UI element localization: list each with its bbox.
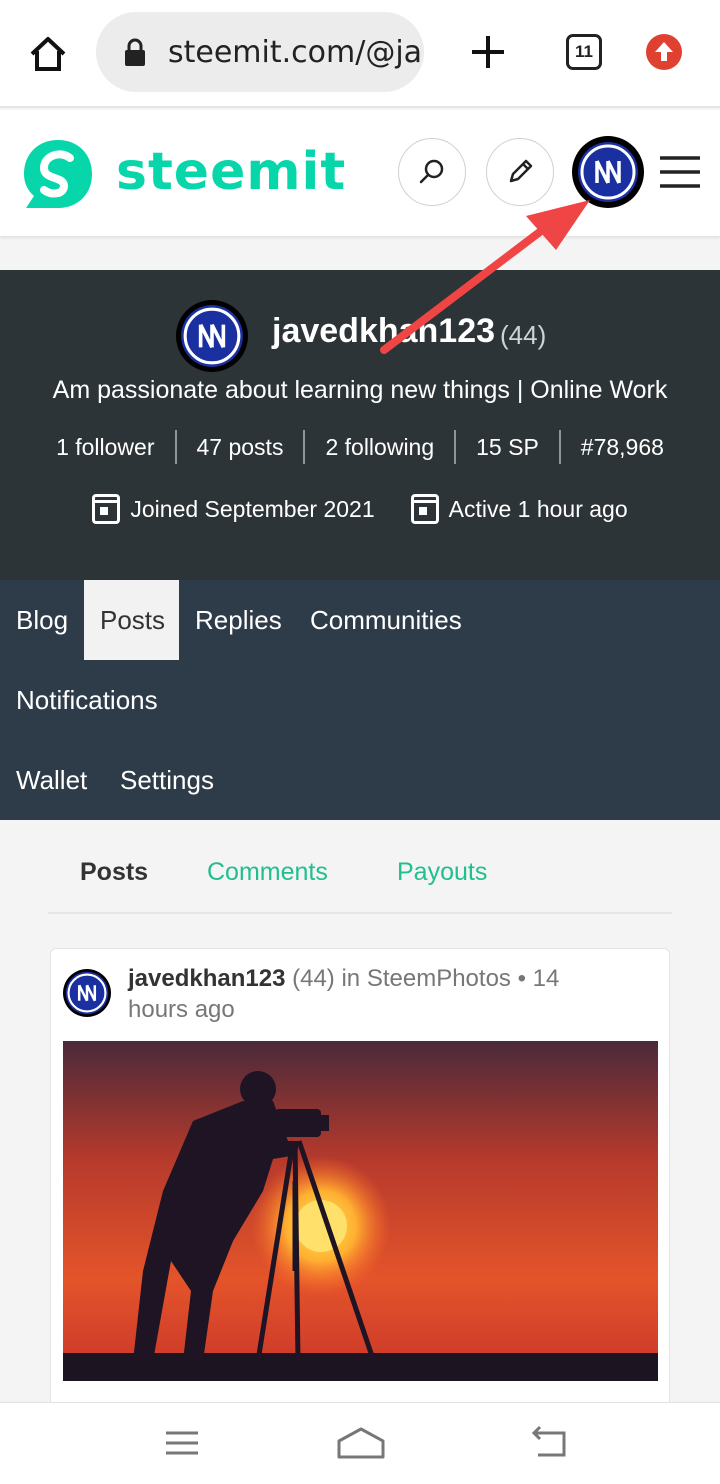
tab-notifications[interactable]: Notifications bbox=[0, 660, 174, 740]
android-home-button[interactable] bbox=[336, 1423, 386, 1463]
search-button[interactable] bbox=[398, 138, 466, 206]
user-avatar-button[interactable] bbox=[572, 136, 644, 208]
rank: #78,968 bbox=[580, 433, 664, 460]
tab-blog[interactable]: Blog bbox=[0, 580, 84, 660]
posts-count: 47 posts bbox=[196, 433, 284, 460]
followers-count[interactable]: 1 follower bbox=[36, 434, 174, 461]
profile-stats: 1 follower 47 posts 2 following 15 SP #7… bbox=[0, 430, 720, 464]
recent-apps-icon bbox=[166, 1431, 198, 1455]
steemit-logo-text[interactable]: steemit bbox=[116, 142, 346, 202]
steemit-logo-icon[interactable] bbox=[20, 136, 96, 212]
arrow-up-icon bbox=[655, 42, 673, 61]
address-bar[interactable]: steemit.com/@ja bbox=[96, 12, 424, 92]
pencil-icon bbox=[509, 159, 533, 183]
tab-settings[interactable]: Settings bbox=[104, 740, 230, 820]
post-card: javedkhan123 (44) in SteemPhotos • 14 ho… bbox=[50, 948, 670, 1408]
profile-about: Am passionate about learning new things … bbox=[52, 376, 668, 404]
calendar-icon bbox=[410, 494, 439, 524]
inter-crest-icon bbox=[65, 971, 109, 1015]
active-text: Active 1 hour ago bbox=[448, 495, 628, 522]
filter-comments[interactable]: Comments bbox=[207, 858, 328, 887]
following-count[interactable]: 2 following bbox=[305, 434, 454, 461]
filter-posts[interactable]: Posts bbox=[80, 858, 148, 887]
joined-date: Joined September 2021 bbox=[92, 494, 375, 524]
site-header: steemit bbox=[0, 110, 720, 236]
new-tab-button[interactable] bbox=[466, 30, 510, 74]
profile-reputation: (44) bbox=[500, 320, 547, 350]
joined-text: Joined September 2021 bbox=[130, 495, 375, 522]
profile-dates: Joined September 2021 Active 1 hour ago bbox=[0, 494, 720, 524]
tab-replies[interactable]: Replies bbox=[179, 580, 298, 660]
home-button[interactable] bbox=[24, 30, 72, 78]
tab-count: 11 bbox=[575, 42, 593, 61]
tab-wallet[interactable]: Wallet bbox=[0, 740, 103, 820]
post-in-label: in bbox=[341, 965, 361, 992]
lock-icon bbox=[124, 37, 146, 67]
calendar-icon bbox=[92, 494, 121, 524]
post-reputation: (44) bbox=[292, 965, 335, 992]
android-home-icon bbox=[337, 1427, 385, 1459]
profile-avatar bbox=[176, 300, 248, 372]
inter-crest-icon bbox=[578, 142, 638, 202]
tab-switcher-button[interactable]: 11 bbox=[566, 34, 602, 70]
tab-posts[interactable]: Posts bbox=[84, 580, 179, 660]
update-button[interactable] bbox=[646, 34, 682, 70]
posts-filter-bar: Posts Comments Payouts bbox=[48, 834, 672, 914]
filter-payouts[interactable]: Payouts bbox=[397, 858, 487, 887]
inter-crest-icon bbox=[181, 305, 243, 367]
recent-apps-button[interactable] bbox=[160, 1423, 204, 1463]
profile-username: javedkhan123 bbox=[272, 312, 496, 350]
post-author[interactable]: javedkhan123 bbox=[128, 965, 285, 992]
profile-banner: javedkhan123 (44) Am passionate about le… bbox=[0, 270, 720, 580]
url-text: steemit.com/@ja bbox=[168, 34, 423, 70]
post-thumbnail[interactable] bbox=[63, 1041, 658, 1381]
plus-icon bbox=[472, 36, 504, 68]
back-button[interactable] bbox=[528, 1423, 572, 1463]
post-community[interactable]: SteemPhotos bbox=[367, 965, 511, 992]
browser-toolbar: steemit.com/@ja 11 bbox=[0, 0, 720, 108]
hamburger-icon bbox=[660, 156, 700, 188]
android-nav-bar bbox=[0, 1402, 720, 1484]
profile-nav: Blog Posts Replies Communities Notificat… bbox=[0, 580, 720, 820]
post-meta: javedkhan123 (44) in SteemPhotos • 14 ho… bbox=[128, 963, 618, 1025]
search-icon bbox=[419, 159, 444, 184]
post-author-avatar[interactable] bbox=[63, 969, 111, 1017]
menu-button[interactable] bbox=[660, 154, 700, 190]
tab-communities[interactable]: Communities bbox=[294, 580, 478, 660]
steem-power: 15 SP bbox=[476, 433, 539, 460]
back-icon bbox=[531, 1425, 566, 1457]
create-post-button[interactable] bbox=[486, 138, 554, 206]
active-time: Active 1 hour ago bbox=[410, 494, 628, 524]
home-icon bbox=[30, 37, 66, 71]
